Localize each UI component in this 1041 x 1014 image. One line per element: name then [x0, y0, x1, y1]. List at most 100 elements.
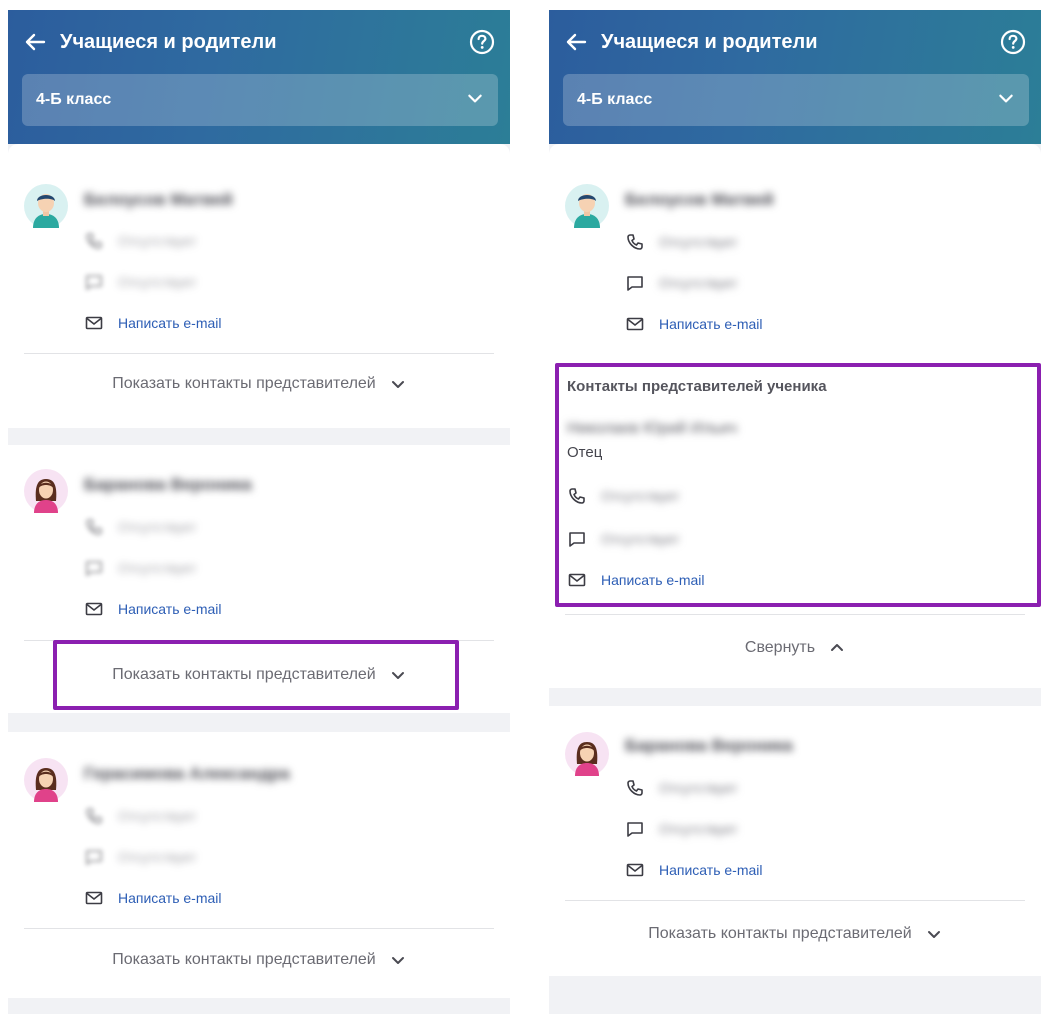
mail-icon [84, 599, 104, 619]
email-row[interactable]: Написать e-mail [625, 858, 763, 882]
help-icon[interactable] [468, 28, 496, 56]
chevron-up-icon [829, 640, 845, 656]
phone-icon [84, 231, 104, 251]
representative-name: Николаев Юрий Ильич [567, 420, 738, 437]
phone-icon [84, 517, 104, 537]
phone-value: Отсутствует [118, 519, 197, 535]
phone-value: Отсутствует [118, 233, 197, 249]
boy-avatar-icon [565, 184, 609, 228]
message-icon [84, 847, 104, 867]
page-title: Учащиеся и родители [60, 30, 277, 53]
chevron-down-icon [390, 952, 406, 968]
back-arrow-icon[interactable] [22, 29, 48, 55]
message-row: Отсутствует [84, 845, 197, 869]
app-header: Учащиеся и родители 4-Б класс [549, 10, 1041, 144]
phone-icon [625, 778, 645, 798]
mail-icon [625, 860, 645, 880]
rep-message-value: Отсутствует [601, 531, 680, 547]
message-icon [625, 819, 645, 839]
mail-icon [84, 313, 104, 333]
class-select[interactable]: 4-Б класс [22, 74, 498, 126]
show-contacts-label: Показать контакты представителей [112, 951, 376, 968]
screen-left: Учащиеся и родители 4-Б класс Белоусов М… [8, 10, 510, 1014]
phone-value: Отсутствует [118, 808, 197, 824]
screen-right: Учащиеся и родители 4-Б класс Белоусов М… [549, 10, 1041, 1014]
message-value: Отсутствует [118, 560, 197, 576]
message-row: Отсутствует [625, 271, 738, 295]
show-contacts-label: Показать контакты представителей [112, 666, 376, 683]
message-icon [625, 273, 645, 293]
phone-icon [567, 486, 587, 506]
phone-icon [625, 232, 645, 252]
message-value: Отсутствует [659, 275, 738, 291]
student-name: Белоусов Матвей [625, 190, 774, 209]
phone-value: Отсутствует [659, 780, 738, 796]
rep-phone-value: Отсутствует [601, 488, 680, 504]
girl-avatar-icon [24, 469, 68, 513]
student-card: Баранова Вероника Отсутствует Отсутствуе… [8, 445, 510, 713]
girl-avatar-icon [24, 758, 68, 802]
boy-avatar-icon [24, 184, 68, 228]
message-value: Отсутствует [659, 821, 738, 837]
class-select-value: 4-Б класс [36, 91, 112, 108]
student-name: Баранова Вероника [625, 736, 793, 755]
student-name: Белоусов Матвей [84, 190, 233, 209]
help-icon[interactable] [999, 28, 1027, 56]
divider [24, 353, 494, 354]
show-contacts-label: Показать контакты представителей [648, 925, 912, 942]
phone-row: Отсутствует [84, 804, 197, 828]
phone-row: Отсутствует [84, 229, 197, 253]
message-icon [84, 272, 104, 292]
page-title: Учащиеся и родители [601, 30, 818, 53]
divider [24, 928, 494, 929]
divider [24, 640, 494, 641]
chevron-down-icon [390, 667, 406, 683]
message-value: Отсутствует [118, 849, 197, 865]
class-select[interactable]: 4-Б класс [563, 74, 1029, 126]
show-contacts-button[interactable]: Показать контакты представителей [8, 655, 510, 695]
message-row: Отсутствует [84, 556, 197, 580]
chevron-down-icon [466, 89, 484, 112]
write-email-link[interactable]: Написать e-mail [118, 315, 222, 331]
email-row[interactable]: Написать e-mail [84, 886, 222, 910]
mail-icon [625, 314, 645, 334]
show-contacts-button[interactable]: Показать контакты представителей [8, 364, 510, 404]
mail-icon [84, 888, 104, 908]
phone-row: Отсутствует [625, 776, 738, 800]
email-row[interactable]: Написать e-mail [84, 311, 222, 335]
rep-message-row: Отсутствует [567, 527, 680, 551]
chevron-down-icon [390, 376, 406, 392]
write-email-link[interactable]: Написать e-mail [118, 890, 222, 906]
message-row: Отсутствует [84, 270, 197, 294]
write-email-link[interactable]: Написать e-mail [659, 862, 763, 878]
representatives-title: Контакты представителей ученика [567, 378, 827, 395]
rep-write-email-link[interactable]: Написать e-mail [601, 572, 705, 588]
email-row[interactable]: Написать e-mail [625, 312, 763, 336]
phone-icon [84, 806, 104, 826]
class-select-value: 4-Б класс [577, 91, 653, 108]
message-icon [567, 529, 587, 549]
write-email-link[interactable]: Написать e-mail [118, 601, 222, 617]
rep-email-row[interactable]: Написать e-mail [567, 568, 705, 592]
phone-row: Отсутствует [84, 515, 197, 539]
write-email-link[interactable]: Написать e-mail [659, 316, 763, 332]
message-row: Отсутствует [625, 817, 738, 841]
email-row[interactable]: Написать e-mail [84, 597, 222, 621]
student-card: Баранова Вероника Отсутствует Отсутствуе… [549, 706, 1041, 976]
chevron-down-icon [926, 926, 942, 942]
show-contacts-button[interactable]: Показать контакты представителей [549, 914, 1041, 954]
back-arrow-icon[interactable] [563, 29, 589, 55]
show-contacts-button[interactable]: Показать контакты представителей [8, 940, 510, 980]
student-name: Герасимова Александра [84, 764, 290, 783]
student-card-expanded: Белоусов Матвей Отсутствует Отсутствует … [549, 144, 1041, 688]
phone-value: Отсутствует [659, 234, 738, 250]
message-icon [84, 558, 104, 578]
show-contacts-label: Показать контакты представителей [112, 375, 376, 392]
rep-phone-row: Отсутствует [567, 484, 680, 508]
girl-avatar-icon [565, 732, 609, 776]
message-value: Отсутствует [118, 274, 197, 290]
representative-role: Отец [567, 444, 603, 461]
collapse-button[interactable]: Свернуть [549, 628, 1041, 668]
divider [565, 614, 1025, 615]
app-header: Учащиеся и родители 4-Б класс [8, 10, 510, 144]
